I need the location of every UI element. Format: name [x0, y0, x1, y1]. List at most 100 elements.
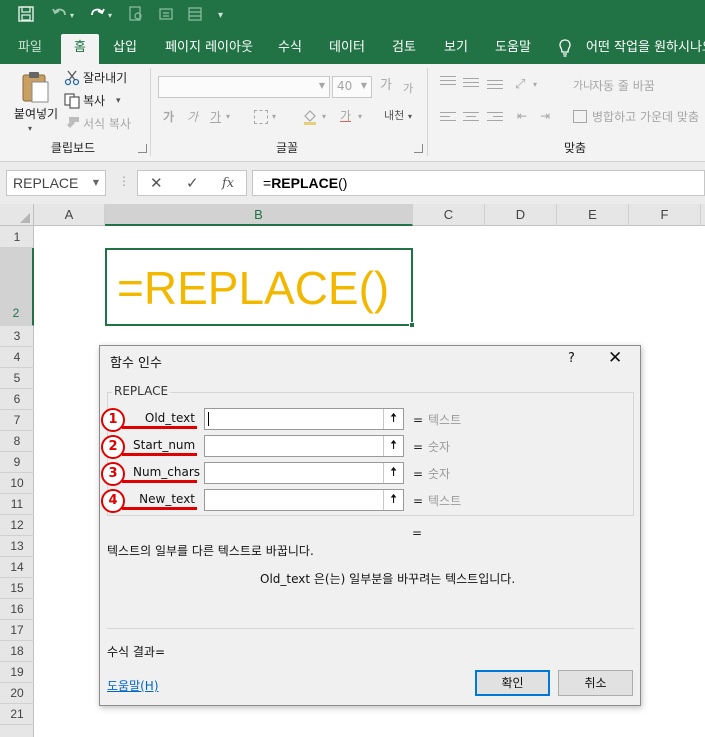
- row-header[interactable]: 21: [0, 704, 34, 725]
- phonetic-button[interactable]: 내천: [384, 108, 404, 124]
- shrink-font-button[interactable]: 가: [403, 81, 413, 97]
- copy-dropdown-icon[interactable]: ▾: [116, 96, 121, 106]
- align-middle-icon[interactable]: [463, 78, 479, 92]
- align-left-icon[interactable]: [440, 112, 456, 126]
- phonetic-dropdown-icon[interactable]: ▾: [408, 112, 412, 121]
- italic-button[interactable]: 가: [187, 109, 198, 125]
- row-header[interactable]: 8: [0, 431, 34, 452]
- align-right-icon[interactable]: [487, 112, 503, 126]
- start-num-input[interactable]: 🠅: [204, 435, 404, 457]
- font-launcher-icon[interactable]: [414, 144, 423, 153]
- align-bottom-icon[interactable]: [487, 80, 503, 94]
- redo-icon[interactable]: [87, 6, 107, 26]
- orientation-icon[interactable]: ⤢: [515, 77, 525, 92]
- column-header[interactable]: B: [105, 204, 413, 226]
- tell-me-box[interactable]: 어떤 작업을 원하시나요: [586, 34, 705, 64]
- row-header[interactable]: 14: [0, 557, 34, 578]
- name-box[interactable]: REPLACE ▼: [6, 170, 106, 196]
- orientation-dropdown-icon[interactable]: ▾: [533, 80, 537, 89]
- tab-home[interactable]: 홈: [61, 34, 99, 64]
- format-painter-icon[interactable]: [64, 116, 80, 132]
- bold-button[interactable]: 가: [163, 109, 174, 125]
- row-header[interactable]: 17: [0, 620, 34, 641]
- chevron-down-icon[interactable]: ▼: [93, 178, 99, 187]
- underline-dropdown-icon[interactable]: ▾: [226, 112, 230, 121]
- paste-icon[interactable]: [20, 70, 50, 104]
- close-icon[interactable]: ✕: [608, 348, 622, 368]
- lightbulb-icon[interactable]: [556, 38, 574, 58]
- row-header[interactable]: 6: [0, 389, 34, 410]
- row-header[interactable]: 16: [0, 599, 34, 620]
- row-header[interactable]: 9: [0, 452, 34, 473]
- grow-font-button[interactable]: 가: [380, 78, 392, 94]
- cancel-button[interactable]: 취소: [558, 670, 633, 696]
- paste-label[interactable]: 붙여넣기: [10, 106, 62, 122]
- clipboard-launcher-icon[interactable]: [138, 144, 147, 153]
- cancel-icon[interactable]: ✕: [150, 174, 163, 192]
- print-preview-icon[interactable]: [126, 6, 146, 26]
- tab-file[interactable]: 파일: [8, 34, 52, 64]
- column-header[interactable]: F: [629, 204, 701, 226]
- touch-mode-icon[interactable]: [156, 6, 176, 26]
- fill-dropdown-icon[interactable]: ▾: [322, 112, 326, 121]
- tab-page-layout[interactable]: 페이지 레이아웃: [155, 34, 263, 64]
- tab-review[interactable]: 검토: [383, 34, 425, 64]
- row-header[interactable]: 12: [0, 515, 34, 536]
- decrease-indent-icon[interactable]: ⇤: [517, 109, 527, 123]
- collapse-dialog-icon[interactable]: 🠅: [383, 490, 403, 510]
- undo-dropdown-icon[interactable]: ▾: [70, 7, 74, 25]
- align-center-icon[interactable]: [463, 112, 479, 126]
- row-header[interactable]: 1: [0, 226, 34, 248]
- merge-icon[interactable]: [573, 110, 587, 123]
- paste-dropdown-icon[interactable]: ▾: [28, 124, 32, 133]
- help-button[interactable]: ?: [568, 351, 575, 366]
- row-header[interactable]: 10: [0, 473, 34, 494]
- scissors-icon[interactable]: [64, 70, 80, 86]
- form-icon[interactable]: [185, 6, 205, 26]
- undo-icon[interactable]: [50, 6, 70, 26]
- align-top-icon[interactable]: [440, 76, 456, 90]
- formula-bar-handle[interactable]: ⋮: [118, 174, 130, 188]
- row-header[interactable]: 13: [0, 536, 34, 557]
- font-color-button[interactable]: 가: [340, 108, 351, 124]
- format-painter-label[interactable]: 서식 복사: [83, 116, 131, 132]
- font-color-dropdown-icon[interactable]: ▾: [358, 112, 362, 121]
- column-header[interactable]: A: [34, 204, 105, 226]
- select-all-corner[interactable]: [0, 204, 34, 226]
- tab-insert[interactable]: 삽입: [104, 34, 146, 64]
- row-header[interactable]: 3: [0, 326, 34, 347]
- row-header[interactable]: 4: [0, 347, 34, 368]
- row-header[interactable]: 15: [0, 578, 34, 599]
- row-header[interactable]: 7: [0, 410, 34, 431]
- new-text-input[interactable]: 🠅: [204, 489, 404, 511]
- help-link[interactable]: 도움말(H): [107, 677, 159, 694]
- copy-icon[interactable]: [64, 93, 80, 109]
- font-name-combo[interactable]: ▼: [158, 76, 330, 98]
- tab-help[interactable]: 도움말: [486, 34, 540, 64]
- ok-button[interactable]: 확인: [475, 670, 550, 696]
- formula-input[interactable]: =REPLACE(): [252, 170, 705, 196]
- row-header[interactable]: 11: [0, 494, 34, 515]
- row-header[interactable]: 2: [0, 248, 34, 326]
- collapse-dialog-icon[interactable]: 🠅: [383, 436, 403, 456]
- insert-function-icon[interactable]: fx: [222, 176, 234, 191]
- fill-handle[interactable]: [409, 322, 415, 328]
- tab-formulas[interactable]: 수식: [270, 34, 310, 64]
- font-size-combo[interactable]: 40 ▼: [332, 76, 372, 98]
- fill-color-icon[interactable]: [302, 109, 318, 125]
- row-header[interactable]: 5: [0, 368, 34, 389]
- save-icon[interactable]: [16, 6, 36, 26]
- collapse-dialog-icon[interactable]: 🠅: [383, 463, 403, 483]
- redo-dropdown-icon[interactable]: ▾: [108, 7, 112, 25]
- cut-label[interactable]: 잘라내기: [83, 70, 127, 86]
- enter-icon[interactable]: ✓: [186, 174, 199, 192]
- tab-view[interactable]: 보기: [435, 34, 477, 64]
- active-cell[interactable]: =REPLACE(): [105, 248, 413, 326]
- copy-label[interactable]: 복사: [83, 93, 105, 109]
- column-header[interactable]: D: [485, 204, 557, 226]
- wrap-text-button[interactable]: 자동 줄 바꿈: [592, 78, 655, 94]
- merge-center-button[interactable]: 병합하고 가운데 맞춤: [592, 109, 699, 125]
- underline-button[interactable]: 가: [210, 109, 221, 125]
- row-header[interactable]: 19: [0, 662, 34, 683]
- collapse-dialog-icon[interactable]: 🠅: [383, 409, 403, 429]
